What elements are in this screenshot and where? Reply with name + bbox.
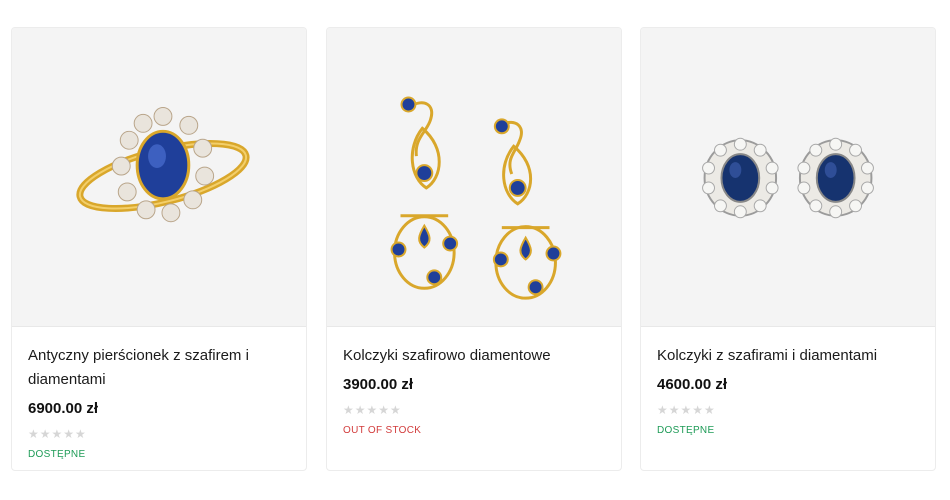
product-image-stud-earrings[interactable] bbox=[641, 28, 935, 327]
product-price: 3900.00 zł bbox=[343, 376, 414, 393]
product-image-drop-earrings[interactable] bbox=[327, 28, 621, 327]
product-card[interactable]: Kolczyki z szafirami i diamentami 4600.0… bbox=[640, 27, 936, 471]
sapphire-diamond-ring-image bbox=[76, 106, 250, 223]
product-card[interactable]: Antyczny pierścionek z szafirem i diamen… bbox=[11, 27, 307, 471]
product-image-ring[interactable] bbox=[12, 28, 306, 327]
product-title[interactable]: Kolczyki z szafirami i diamentami bbox=[657, 344, 919, 368]
sapphire-stud-earrings-image bbox=[702, 137, 874, 219]
product-title[interactable]: Antyczny pierścionek z szafirem i diamen… bbox=[28, 344, 290, 392]
sapphire-drop-earrings-image bbox=[390, 96, 562, 300]
stock-status: OUT OF STOCK bbox=[343, 425, 422, 436]
product-card[interactable]: Kolczyki szafirowo diamentowe 3900.00 zł… bbox=[326, 27, 622, 471]
stock-status: DOSTĘPNE bbox=[28, 449, 86, 460]
product-title[interactable]: Kolczyki szafirowo diamentowe bbox=[343, 344, 605, 368]
product-grid: Antyczny pierścionek z szafirem i diamen… bbox=[0, 0, 950, 500]
rating-stars: ★★★★★ bbox=[657, 403, 716, 417]
rating-stars: ★★★★★ bbox=[343, 403, 402, 417]
rating-stars: ★★★★★ bbox=[28, 427, 87, 441]
stock-status: DOSTĘPNE bbox=[657, 425, 715, 436]
product-price: 4600.00 zł bbox=[657, 376, 728, 393]
product-price: 6900.00 zł bbox=[28, 400, 99, 417]
